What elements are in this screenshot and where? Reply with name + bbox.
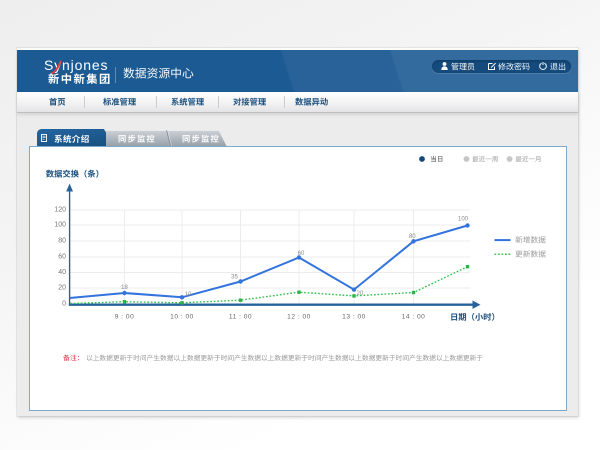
- svg-text:60: 60: [58, 253, 66, 260]
- svg-text:14 : 00: 14 : 00: [401, 314, 425, 321]
- svg-text:9 : 00: 9 : 00: [114, 314, 134, 321]
- svg-text:35: 35: [231, 275, 238, 281]
- svg-text:12 : 00: 12 : 00: [287, 314, 311, 321]
- svg-text:0: 0: [62, 300, 66, 307]
- svg-text:18: 18: [121, 285, 128, 291]
- svg-text:40: 40: [58, 269, 66, 276]
- svg-text:13 : 00: 13 : 00: [342, 314, 366, 321]
- svg-text:100: 100: [54, 222, 66, 229]
- svg-text:80: 80: [58, 238, 66, 245]
- svg-text:10 : 00: 10 : 00: [170, 314, 194, 321]
- svg-text:20: 20: [58, 285, 66, 292]
- svg-text:80: 80: [408, 234, 415, 240]
- svg-text:120: 120: [54, 207, 66, 214]
- svg-text:100: 100: [457, 217, 468, 223]
- svg-text:60: 60: [297, 251, 304, 257]
- svg-text:10: 10: [184, 292, 191, 298]
- svg-text:11 : 00: 11 : 00: [228, 314, 251, 321]
- svg-text:20: 20: [356, 291, 363, 297]
